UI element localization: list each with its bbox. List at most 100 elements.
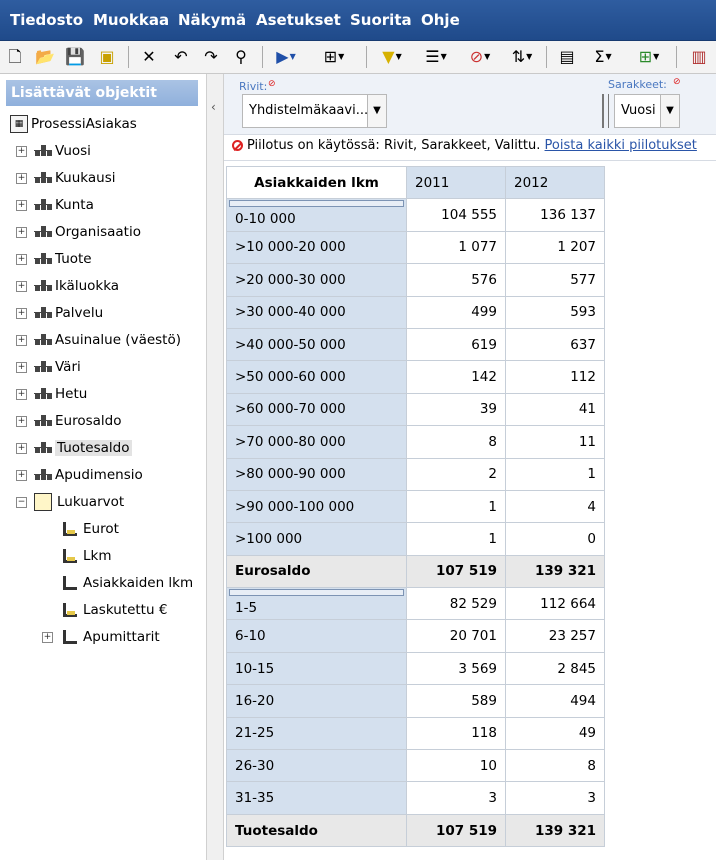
expand-icon[interactable]: + (16, 362, 27, 373)
cell-value[interactable]: 499 (406, 295, 506, 329)
tree-item-dimension[interactable]: + Tuote (16, 249, 92, 269)
tree-item-dimension[interactable]: + Asuinalue (väestö) (16, 330, 181, 350)
tree-item-measure[interactable]: Eurot (62, 519, 119, 539)
row-header[interactable]: >20 000-30 000 (226, 263, 407, 297)
filter-icon[interactable]: ▼ ▼ (376, 46, 408, 68)
cell-value[interactable]: 637 (505, 327, 605, 362)
total-label[interactable]: Eurosaldo (226, 554, 407, 589)
tree-item-measure[interactable]: Lkm (62, 546, 112, 566)
redo-icon[interactable]: ↷ (200, 46, 222, 68)
tree-item-dimension[interactable]: + Hetu (16, 384, 87, 404)
cell-value[interactable]: 8 (505, 749, 605, 783)
hide-icon[interactable]: ⊘ ▼ (462, 46, 498, 68)
cell-value[interactable]: 20 701 (406, 619, 506, 653)
sum-icon[interactable]: Σ ▼ (588, 46, 618, 68)
cell-value[interactable]: 11 (505, 425, 605, 459)
total-value[interactable]: 139 321 (505, 554, 605, 589)
expand-icon[interactable]: + (16, 146, 27, 157)
cell-value[interactable]: 3 (505, 781, 605, 815)
undo-icon[interactable]: ↶ (170, 46, 192, 68)
tree-item-dimension[interactable]: + Väri (16, 357, 81, 377)
row-header[interactable]: >90 000-100 000 (226, 489, 407, 524)
cell-value[interactable]: 112 (505, 360, 605, 394)
cell-value[interactable]: 41 (505, 392, 605, 427)
cell-value[interactable]: 2 845 (505, 651, 605, 686)
row-header[interactable]: 16-20 (226, 684, 407, 718)
row-header[interactable]: 6-10 (226, 619, 407, 653)
row-header[interactable]: >50 000-60 000 (226, 360, 407, 394)
total-value[interactable]: 107 519 (406, 554, 506, 589)
cell-value[interactable]: 2 (406, 457, 506, 491)
tree-item-dimension[interactable]: + Ikäluokka (16, 276, 119, 296)
column-header-2012[interactable]: 2012 (505, 165, 605, 200)
remove-hidden-link[interactable]: Poista kaikki piilotukset (545, 138, 697, 153)
cell-value[interactable]: 593 (505, 295, 605, 329)
cell-value[interactable]: 112 664 (505, 587, 605, 621)
chevron-down-icon[interactable]: ▼ (660, 95, 679, 127)
expand-icon[interactable]: + (16, 173, 27, 184)
cell-value[interactable]: 49 (505, 716, 605, 751)
drag-handle[interactable] (602, 94, 609, 128)
rows-dropdown[interactable]: Yhdistelmäkaavi... ▼ (242, 94, 387, 128)
collapse-icon[interactable]: − (16, 497, 27, 508)
tree-item-dimension[interactable]: + Apudimensio (16, 465, 143, 485)
cell-value[interactable]: 23 257 (505, 619, 605, 653)
row-header[interactable]: >10 000-20 000 (226, 230, 407, 265)
row-header[interactable]: >30 000-40 000 (226, 295, 407, 329)
run-icon[interactable]: ▶ ▼ (272, 46, 300, 68)
delete-icon[interactable]: ✕ (138, 46, 160, 68)
open-folder-icon[interactable]: 📂 (34, 46, 56, 68)
expand-icon[interactable]: + (16, 308, 27, 319)
row-header[interactable]: 10-15 (226, 651, 407, 686)
sort-icon[interactable]: ☰ ▼ (418, 46, 454, 68)
tree-item-dimension[interactable]: + Organisaatio (16, 222, 141, 242)
cell-value[interactable]: 39 (406, 392, 506, 427)
chevron-down-icon[interactable]: ▼ (367, 95, 386, 127)
cell-value[interactable]: 1 (406, 489, 506, 524)
cell-value[interactable]: 136 137 (505, 198, 605, 232)
cell-value[interactable]: 118 (406, 716, 506, 751)
column-header-2011[interactable]: 2011 (406, 165, 506, 200)
search-icon[interactable]: ⚲ (230, 46, 252, 68)
expand-icon[interactable]: + (16, 470, 27, 481)
row-header[interactable]: 26-30 (226, 749, 407, 783)
menu-ohje[interactable]: Ohje (421, 11, 460, 29)
row-header[interactable]: >70 000-80 000 (226, 425, 407, 459)
cell-value[interactable]: 4 (505, 489, 605, 524)
cell-value[interactable]: 494 (505, 684, 605, 718)
expand-icon[interactable]: + (16, 389, 27, 400)
expand-icon[interactable]: + (42, 632, 53, 643)
total-value[interactable]: 139 321 (505, 813, 605, 848)
panel-splitter[interactable]: ‹ (206, 74, 224, 860)
cell-value[interactable]: 619 (406, 327, 506, 362)
cell-value[interactable]: 3 569 (406, 651, 506, 686)
expand-icon[interactable]: + (16, 200, 27, 211)
cell-value[interactable]: 1 207 (505, 230, 605, 265)
cell-value[interactable]: 0 (505, 522, 605, 556)
cell-value[interactable]: 576 (406, 263, 506, 297)
cell-value[interactable]: 1 077 (406, 230, 506, 265)
cell-value[interactable]: 3 (406, 781, 506, 815)
cell-value[interactable]: 8 (406, 425, 506, 459)
tree-item-dimension[interactable]: + Kunta (16, 195, 94, 215)
tree-item-measure[interactable]: Laskutettu € (62, 600, 167, 620)
total-label[interactable]: Tuotesaldo (226, 813, 407, 848)
cell-value[interactable]: 589 (406, 684, 506, 718)
row-header[interactable]: >60 000-70 000 (226, 392, 407, 427)
new-file-icon[interactable]: 🗋 (4, 46, 26, 68)
row-header[interactable]: >80 000-90 000 (226, 457, 407, 491)
tree-item-dimension[interactable]: + Kuukausi (16, 168, 116, 188)
cell-value[interactable]: 82 529 (406, 587, 506, 621)
tree-item-dimension[interactable]: + Tuotesaldo (16, 438, 132, 458)
save-all-icon[interactable]: ▣ (96, 46, 118, 68)
edit-icon[interactable]: ▤ (556, 46, 578, 68)
row-header[interactable]: >100 000 (226, 522, 407, 556)
expand-icon[interactable]: + (16, 227, 27, 238)
tree-item-dimension[interactable]: + Eurosaldo (16, 411, 122, 431)
collapse-arrow-icon[interactable]: ‹ (211, 100, 216, 114)
tree-item-dimension[interactable]: + Vuosi (16, 141, 91, 161)
total-value[interactable]: 107 519 (406, 813, 506, 848)
tree-item-measures-folder[interactable]: − Lukuarvot (16, 492, 124, 512)
cell-value[interactable]: 1 (406, 522, 506, 556)
export-icon[interactable]: ⊞ ▼ (316, 46, 352, 68)
